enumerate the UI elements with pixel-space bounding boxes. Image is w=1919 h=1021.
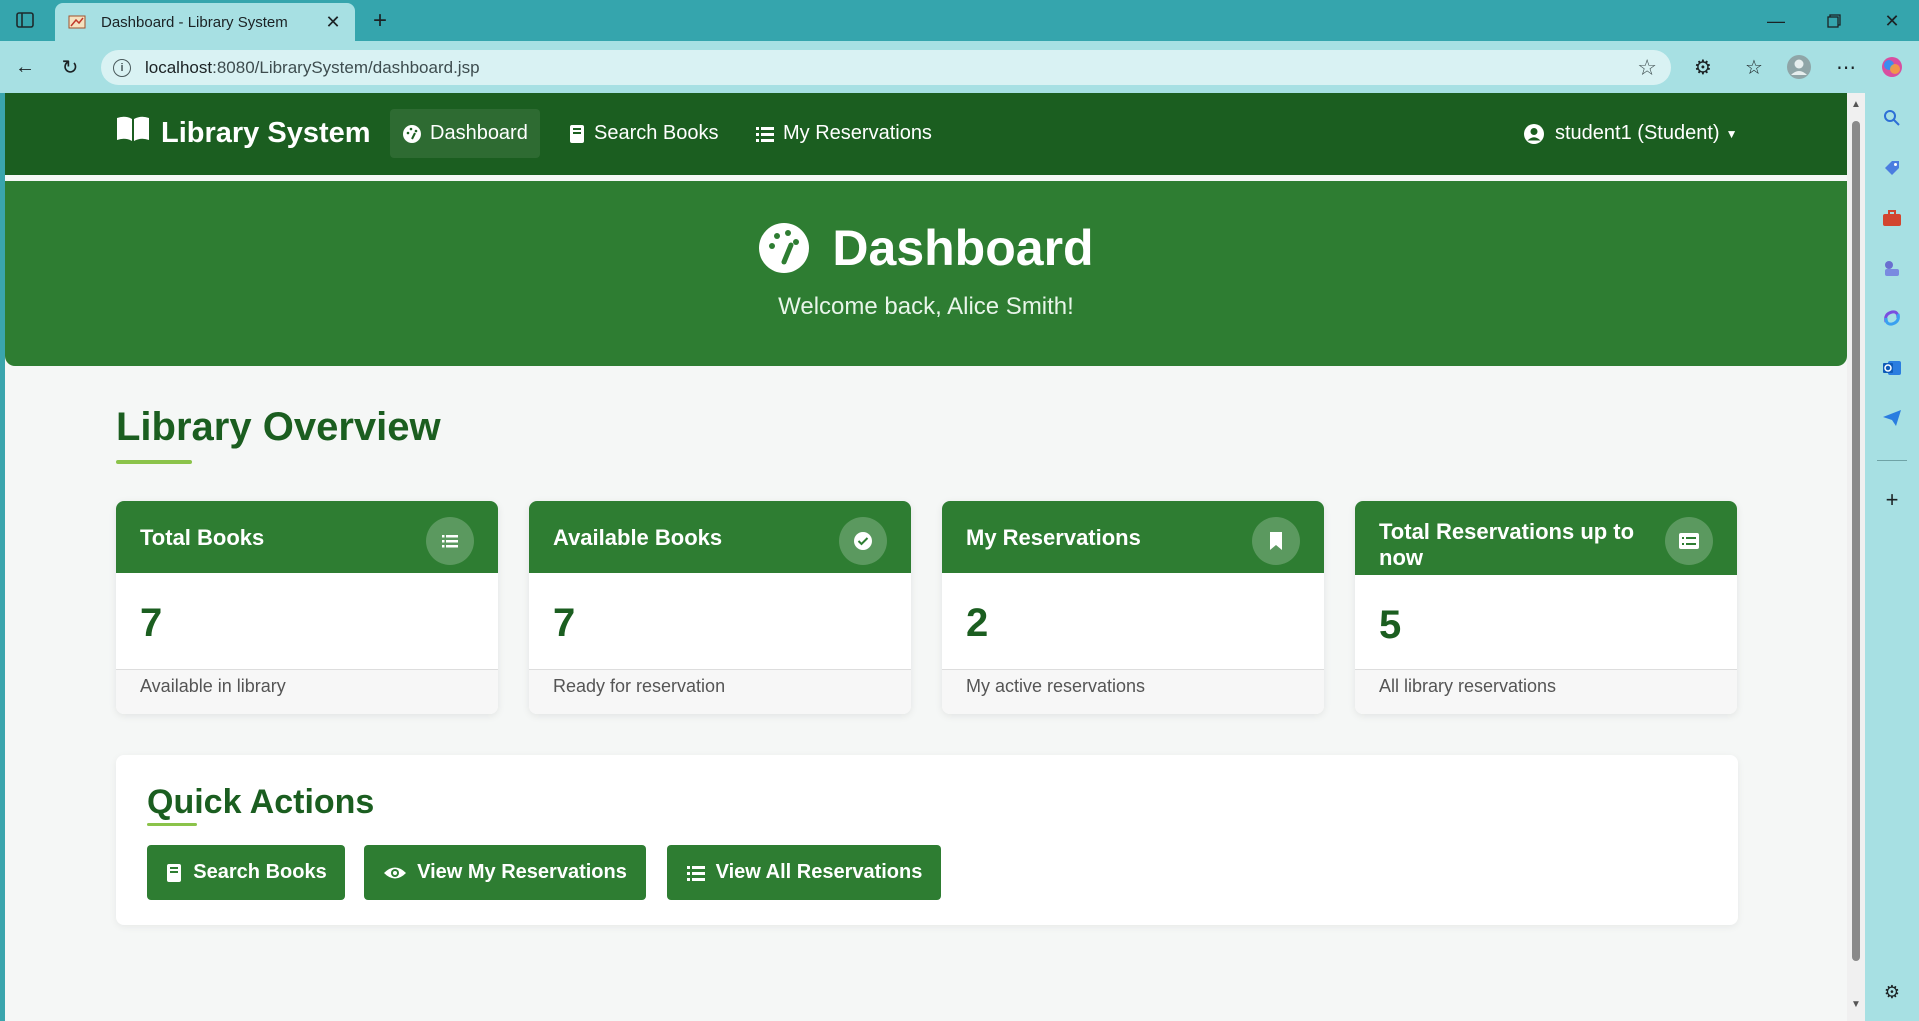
search-books-button[interactable]: Search Books <box>147 845 345 900</box>
scroll-down-icon[interactable]: ▼ <box>1850 999 1862 1010</box>
card-header: Total Reservations up to now <box>1355 501 1737 575</box>
overview-underline <box>116 460 192 464</box>
brand-logo[interactable]: Library System <box>115 115 371 151</box>
favorites-icon[interactable]: ☆ <box>1738 52 1770 82</box>
add-sidebar-icon[interactable]: + <box>1879 487 1905 513</box>
browser-tab[interactable]: Dashboard - Library System ✕ <box>55 3 355 41</box>
hero-title: Dashboard <box>832 220 1094 276</box>
view-all-reservations-button-label: View All Reservations <box>715 861 923 883</box>
dashboard-icon <box>402 124 422 144</box>
card-value: 5 <box>1379 603 1402 647</box>
page-viewport: Library System Dashboard Search Books My… <box>0 93 1865 1021</box>
tab-close-icon[interactable]: ✕ <box>323 12 343 33</box>
caret-down-icon: ▼ <box>1725 126 1738 141</box>
extensions-icon[interactable]: ⚙ <box>1687 52 1719 82</box>
page-scrollbar[interactable]: ▲ ▼ <box>1847 93 1865 1021</box>
view-all-reservations-button[interactable]: View All Reservations <box>667 845 941 900</box>
card-header: My Reservations <box>942 501 1324 573</box>
games-icon[interactable] <box>1879 255 1905 281</box>
nav-search-books-label: Search Books <box>594 122 719 144</box>
window-close-icon[interactable]: ✕ <box>1872 8 1912 34</box>
card-title: My Reservations <box>966 525 1141 550</box>
list-icon <box>686 864 706 882</box>
quick-actions-underline <box>147 823 197 826</box>
url-text: localhost:8080/LibrarySystem/dashboard.j… <box>145 57 480 77</box>
stat-card-total-reservations: Total Reservations up to now 5 All libra… <box>1355 501 1737 714</box>
tools-briefcase-icon[interactable] <box>1879 205 1905 231</box>
card-footer: Available in library <box>116 669 498 714</box>
eye-icon <box>383 865 407 881</box>
view-my-reservations-button[interactable]: View My Reservations <box>364 845 646 900</box>
back-icon[interactable]: ← <box>10 52 40 82</box>
overview-title: Library Overview <box>116 405 441 449</box>
shopping-tag-icon[interactable] <box>1879 155 1905 181</box>
tab-title: Dashboard - Library System <box>101 13 288 31</box>
card-value: 7 <box>553 601 576 645</box>
open-book-icon <box>115 115 151 151</box>
nav-my-reservations[interactable]: My Reservations <box>743 109 944 158</box>
card-title: Total Books <box>140 525 265 550</box>
card-footer: My active reservations <box>942 669 1324 714</box>
copilot-sidebar-icon[interactable] <box>1879 305 1905 331</box>
card-title: Total Reservations up to now <box>1379 519 1635 570</box>
card-header: Total Books <box>116 501 498 573</box>
browser-toolbar: ← ↻ i localhost:8080/LibrarySystem/dashb… <box>0 41 1919 93</box>
card-footer: Ready for reservation <box>529 669 911 714</box>
card-value: 7 <box>140 601 163 645</box>
check-circle-icon <box>839 517 887 565</box>
outlook-icon[interactable] <box>1879 355 1905 381</box>
nav-search-books[interactable]: Search Books <box>556 109 731 158</box>
user-name: student1 (Student) <box>1555 122 1720 144</box>
site-info-icon[interactable]: i <box>113 58 131 77</box>
minimize-icon[interactable]: — <box>1756 8 1796 34</box>
sidebar-divider <box>1877 460 1907 461</box>
tab-actions-icon[interactable] <box>10 8 40 32</box>
welcome-message: Welcome back, Alice Smith! <box>778 293 1074 320</box>
search-books-button-label: Search Books <box>193 861 327 883</box>
list-alt-icon <box>1665 517 1713 565</box>
brand-name: Library System <box>161 116 371 149</box>
nav-dashboard[interactable]: Dashboard <box>390 109 540 158</box>
page-title: Dashboard <box>5 219 1847 277</box>
new-tab-icon[interactable]: + <box>365 6 395 36</box>
bookmark-icon <box>1252 517 1300 565</box>
card-title: Available Books <box>553 525 723 550</box>
list-icon <box>426 517 474 565</box>
restore-icon[interactable] <box>1814 8 1854 34</box>
dashboard-gauge-icon <box>758 222 810 274</box>
card-footer: All library reservations <box>1355 669 1737 714</box>
send-icon[interactable] <box>1879 405 1905 431</box>
profile-avatar-icon[interactable] <box>1783 52 1815 82</box>
book-icon <box>165 863 183 883</box>
stat-card-my-reservations: My Reservations 2 My active reservations <box>942 501 1324 714</box>
nav-my-reservations-label: My Reservations <box>783 122 932 144</box>
list-icon <box>755 125 775 143</box>
user-dropdown[interactable]: student1 (Student) ▼ <box>1523 109 1737 158</box>
address-bar[interactable]: i localhost:8080/LibrarySystem/dashboard… <box>101 50 1671 85</box>
book-icon <box>568 124 586 144</box>
view-my-reservations-button-label: View My Reservations <box>417 861 627 883</box>
scroll-up-icon[interactable]: ▲ <box>1850 99 1862 110</box>
browser-sidebar: + ⚙ <box>1865 93 1919 1021</box>
user-circle-icon <box>1523 123 1545 145</box>
refresh-icon[interactable]: ↻ <box>55 52 85 82</box>
copilot-icon[interactable] <box>1876 52 1908 82</box>
hero-banner: Dashboard Welcome back, Alice Smith! <box>5 181 1847 366</box>
quick-actions-panel: Quick Actions Search Books View My Reser… <box>116 755 1738 925</box>
card-header: Available Books <box>529 501 911 573</box>
scrollbar-thumb[interactable] <box>1852 121 1860 961</box>
search-icon[interactable] <box>1879 105 1905 131</box>
more-options-icon[interactable]: ⋯ <box>1830 52 1862 82</box>
browser-titlebar: Dashboard - Library System ✕ + — ✕ <box>0 0 1919 41</box>
favorite-star-icon[interactable]: ☆ <box>1637 55 1657 81</box>
card-value: 2 <box>966 601 989 645</box>
top-navbar: Library System Dashboard Search Books My… <box>5 93 1847 175</box>
favicon-icon <box>67 13 87 31</box>
stat-card-total-books: Total Books 7 Available in library <box>116 501 498 714</box>
stat-card-available-books: Available Books 7 Ready for reservation <box>529 501 911 714</box>
nav-dashboard-label: Dashboard <box>430 122 528 144</box>
sidebar-settings-icon[interactable]: ⚙ <box>1879 979 1905 1005</box>
quick-actions-title: Quick Actions <box>147 783 375 821</box>
